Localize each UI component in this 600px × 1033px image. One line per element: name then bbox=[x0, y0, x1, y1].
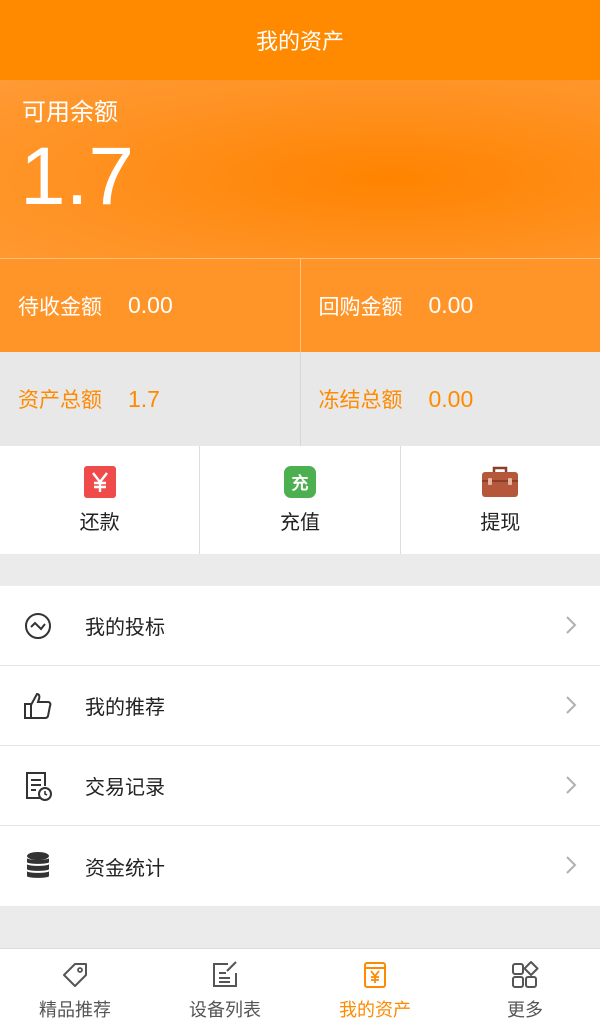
chevron-right-icon bbox=[566, 616, 577, 634]
menu-item-fund-stats[interactable]: 资金统计 bbox=[0, 826, 600, 906]
tab-more[interactable]: 更多 bbox=[450, 949, 600, 1033]
tab-label-featured: 精品推荐 bbox=[39, 1000, 111, 1021]
menu-item-my-bids[interactable]: 我的投标 bbox=[0, 586, 600, 666]
buyback-amount-label: 回购金额 bbox=[318, 294, 403, 319]
available-balance-label: 可用余额 bbox=[22, 98, 118, 126]
tab-my-assets[interactable]: 我的资产 bbox=[300, 949, 450, 1033]
buyback-amount-value: 0.00 bbox=[428, 292, 474, 318]
stats-row-primary: 待收金额 0.00 回购金额 0.00 bbox=[0, 258, 600, 352]
chevron-right-icon bbox=[566, 856, 577, 874]
asset-icon bbox=[364, 962, 386, 988]
pending-amount-value: 0.00 bbox=[128, 292, 173, 318]
asset-menu: 我的投标 我的推荐 交易记录 资金统计 bbox=[0, 586, 600, 906]
edit-list-icon bbox=[213, 961, 237, 987]
buyback-amount: 回购金额 0.00 bbox=[301, 259, 600, 352]
withdraw-button[interactable]: 提现 bbox=[401, 446, 600, 554]
menu-label-fund-stats: 资金统计 bbox=[85, 855, 165, 880]
chevron-right-icon bbox=[566, 696, 577, 714]
repay-label: 还款 bbox=[79, 509, 120, 534]
coins-stack-icon bbox=[27, 852, 49, 878]
frozen-total: 冻结总额 0.00 bbox=[301, 352, 600, 446]
total-assets-label: 资产总额 bbox=[18, 388, 102, 412]
menu-item-transactions[interactable]: 交易记录 bbox=[0, 746, 600, 826]
menu-label-my-bids: 我的投标 bbox=[85, 615, 165, 639]
action-bar: 还款 充 充值 提现 bbox=[0, 446, 600, 554]
tab-featured[interactable]: 精品推荐 bbox=[0, 949, 150, 1033]
grid-icon bbox=[512, 961, 539, 988]
tab-label-more: 更多 bbox=[507, 1000, 543, 1021]
yen-icon bbox=[83, 465, 116, 498]
repay-button[interactable]: 还款 bbox=[0, 446, 201, 554]
frozen-total-label: 冻结总额 bbox=[318, 388, 403, 412]
frozen-total-value: 0.00 bbox=[428, 385, 474, 412]
page-title: 我的资产 bbox=[255, 30, 344, 55]
tab-label-my-assets: 我的资产 bbox=[339, 1000, 411, 1021]
menu-item-my-referrals[interactable]: 我的推荐 bbox=[0, 666, 600, 746]
menu-label-transactions: 交易记录 bbox=[85, 775, 165, 799]
available-balance-value: 1.7 bbox=[20, 131, 134, 222]
record-icon bbox=[26, 772, 52, 801]
recharge-icon: 充 bbox=[283, 465, 316, 498]
pending-amount: 待收金额 0.00 bbox=[0, 259, 301, 352]
menu-label-my-referrals: 我的推荐 bbox=[85, 695, 165, 719]
thumbs-up-icon bbox=[24, 692, 52, 719]
stats-row-secondary: 资产总额 1.7 冻结总额 0.00 bbox=[0, 352, 600, 446]
tab-label-device-list: 设备列表 bbox=[189, 1000, 261, 1021]
recharge-button[interactable]: 充 充值 bbox=[200, 446, 401, 554]
recharge-icon-glyph: 充 bbox=[291, 474, 309, 494]
chevron-right-icon bbox=[566, 776, 577, 794]
total-assets-value: 1.7 bbox=[128, 385, 160, 412]
title-bar: 我的资产 bbox=[0, 0, 600, 80]
available-balance-panel: 可用余额 1.7 bbox=[0, 80, 600, 258]
recharge-label: 充值 bbox=[279, 509, 320, 534]
tag-icon bbox=[63, 963, 87, 987]
bottom-tab-bar: 精品推荐 设备列表 我的资产 更多 bbox=[0, 948, 600, 1033]
tab-device-list[interactable]: 设备列表 bbox=[150, 949, 300, 1033]
briefcase-icon bbox=[481, 466, 519, 498]
total-assets: 资产总额 1.7 bbox=[0, 352, 301, 446]
pending-amount-label: 待收金额 bbox=[18, 294, 102, 319]
trend-icon bbox=[25, 613, 51, 639]
withdraw-label: 提现 bbox=[480, 509, 521, 534]
